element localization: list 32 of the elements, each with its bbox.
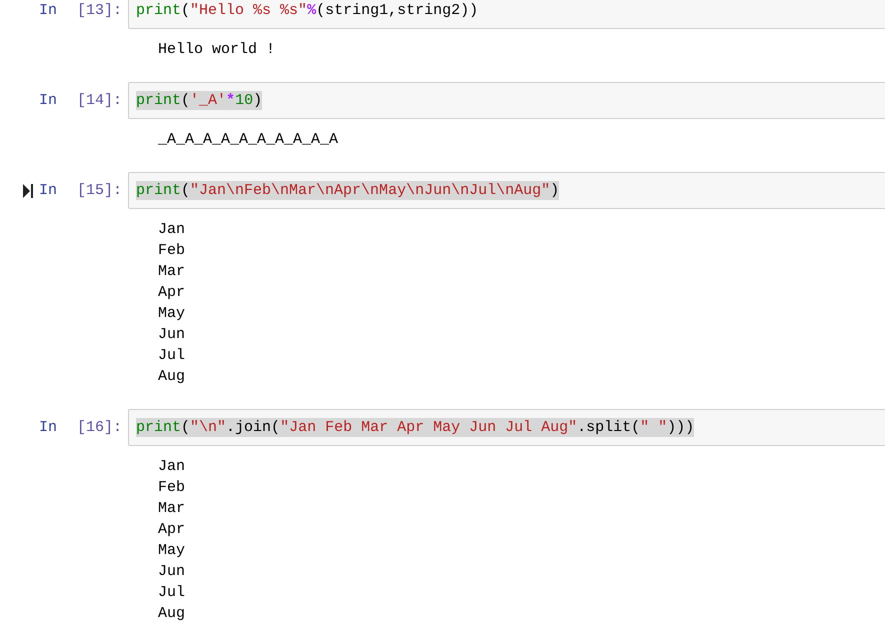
input-prompt: In [38,92,57,109]
execution-count: [14]: [76,92,122,109]
output-line: May [158,541,186,561]
run-indicator-icon [22,184,33,198]
output-line: Feb [158,478,186,498]
code-cell-input[interactable]: print("Hello %s %s"%(string1,string2)) [128,0,885,29]
output-line: Mar [158,262,186,282]
output-line: Jan [158,457,186,477]
output-line: Apr [158,520,186,540]
code-cell-input[interactable]: print("\n".join("Jan Feb Mar Apr May Jun Jul Aug".split(" "))) [128,409,885,446]
input-prompt: In [38,182,57,199]
output-line: Apr [158,283,186,303]
execution-count: [16]: [76,419,122,436]
output-line: Jul [158,583,186,603]
output-line: Jun [158,325,186,345]
code-cell-input[interactable]: print('_A'*10) [128,82,885,119]
output-line: May [158,304,186,324]
output-line: Aug [158,367,186,387]
execution-count: [15]: [76,182,122,199]
code-line: print("Hello %s %s"%(string1,string2)) [136,1,478,20]
output-line: Hello world ! [158,40,276,60]
execution-count: [13]: [76,2,122,19]
output-line: Jan [158,220,186,240]
code-cell-input[interactable]: print("Jan\nFeb\nMar\nApr\nMay\nJun\nJul\nAug") [128,172,885,209]
output-line: _A_A_A_A_A_A_A_A_A_A [158,130,338,150]
input-prompt: In [38,419,57,436]
output-line: Mar [158,499,186,519]
input-prompt: In [38,2,57,19]
output-line: Jun [158,562,186,582]
output-line: Feb [158,241,186,261]
output-line: Jul [158,346,186,366]
output-line: Aug [158,604,186,624]
